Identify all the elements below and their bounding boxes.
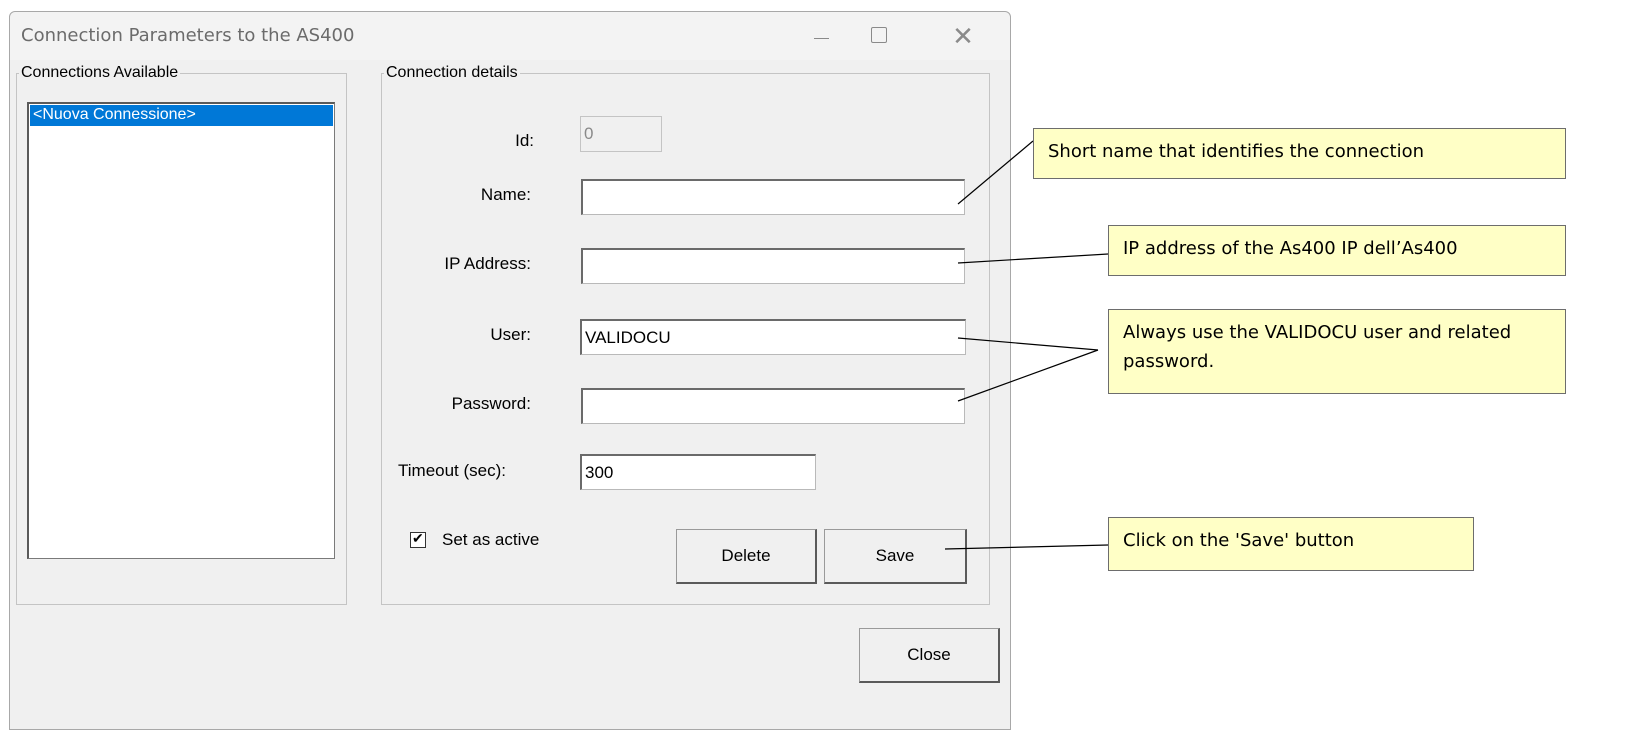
callout-ip: IP address of the As400 IP dell’As400 <box>1108 225 1566 276</box>
leader-line-name <box>957 140 1034 205</box>
callout-name: Short name that identifies the connectio… <box>1033 128 1566 179</box>
callout-save: Click on the 'Save' button <box>1108 517 1474 571</box>
leader-line-password <box>957 349 1099 402</box>
leader-line-user <box>957 337 1099 351</box>
leader-line-save <box>944 544 1109 550</box>
leader-line-ip <box>957 253 1109 264</box>
callout-user: Always use the VALIDOCU user and related… <box>1108 309 1566 394</box>
